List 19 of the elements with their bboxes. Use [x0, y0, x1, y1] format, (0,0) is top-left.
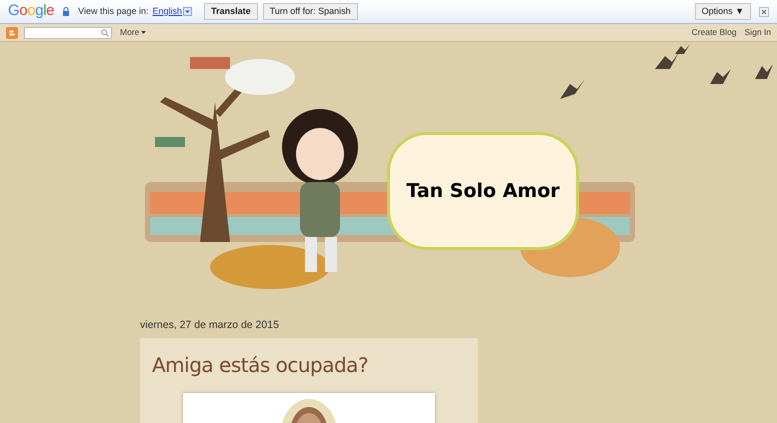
search-field[interactable] — [24, 26, 112, 38]
navbar-link[interactable]: Sign In — [744, 26, 771, 39]
navbar-link[interactable]: Create Blog — [692, 26, 737, 39]
lock-icon — [62, 7, 70, 16]
search-icon[interactable] — [101, 28, 109, 36]
dropdown-icon[interactable] — [183, 7, 192, 16]
translate-prompt: View this page in: — [78, 4, 149, 18]
blog-title[interactable]: Tan Solo Amor — [406, 176, 560, 206]
turn-off-button[interactable]: Turn off for: Spanish — [262, 3, 358, 20]
caret-icon — [141, 30, 146, 34]
post-title[interactable]: Amiga estás ocupada? — [152, 350, 478, 380]
post-date: viernes, 27 de marzo de 2015 — [140, 318, 280, 333]
language-link[interactable]: English — [152, 4, 182, 18]
blogger-logo-icon[interactable] — [6, 26, 18, 38]
google-logo: Google — [8, 1, 54, 22]
options-button[interactable]: Options ▼ — [694, 3, 751, 20]
close-icon[interactable] — [759, 6, 769, 16]
more-menu[interactable]: More — [120, 26, 146, 39]
translate-button[interactable]: Translate — [204, 3, 258, 20]
